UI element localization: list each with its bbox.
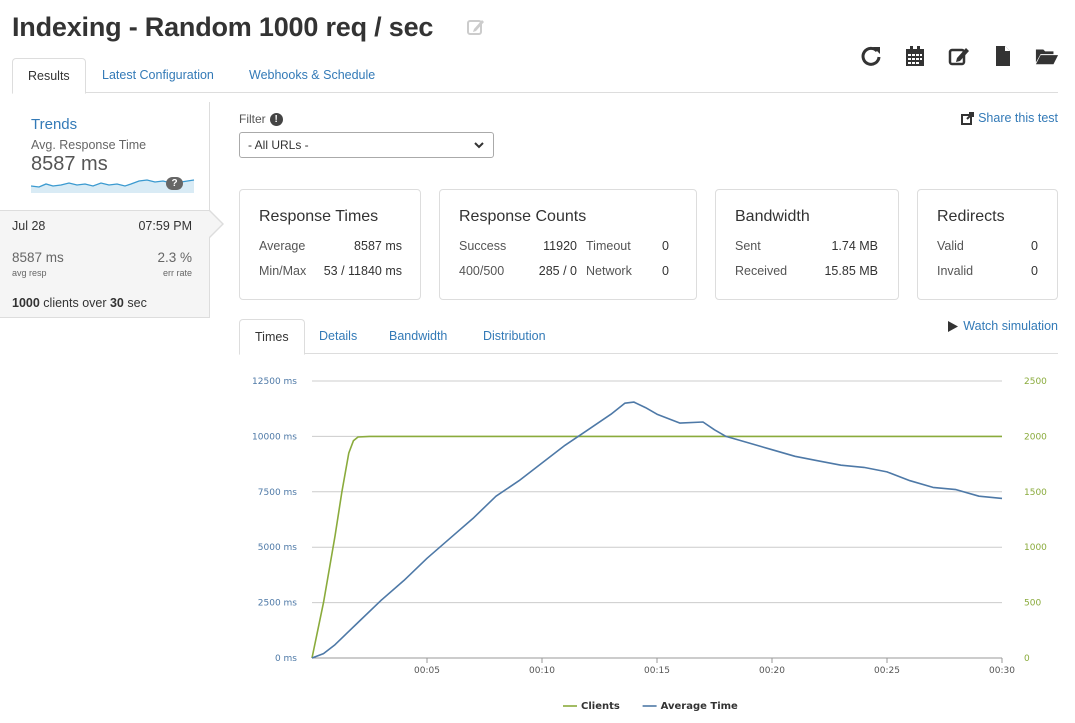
run-time: 07:59 PM	[138, 219, 192, 233]
y-left-tick-label: 10000 ms	[252, 432, 297, 442]
legend-label: Clients	[581, 701, 620, 712]
trends-panel: Trends Avg. Response Time 8587 ms ?	[0, 102, 210, 210]
y-right-tick-label: 2000	[1024, 432, 1047, 442]
card-title: Redirects	[937, 208, 1005, 225]
err-rate-label: err rate	[162, 268, 192, 278]
trends-title[interactable]: Trends	[31, 116, 77, 133]
trends-subtitle: Avg. Response Time	[31, 138, 147, 152]
x-tick-label: 00:15	[644, 666, 670, 676]
tab-bandwidth[interactable]: Bandwidth	[374, 319, 462, 354]
y-right-tick-label: 0	[1024, 654, 1030, 664]
x-tick-label: 00:05	[414, 666, 440, 676]
x-tick-label: 00:10	[529, 666, 555, 676]
y-left-tick-label: 0 ms	[275, 654, 297, 664]
share-icon	[961, 111, 975, 125]
avg-resp-value: 8587 ms	[12, 250, 64, 265]
test-run-summary[interactable]: Jul 28 07:59 PM 8587 ms avg resp 2.3 % e…	[0, 210, 210, 318]
filter-label: Filter !	[239, 112, 283, 126]
tab-distribution[interactable]: Distribution	[468, 319, 561, 354]
y-right-tick-label: 1000	[1024, 543, 1047, 553]
response-times-card: Response Times Average 8587 ms Min/Max 53 …	[239, 189, 421, 300]
y-right-tick-label: 2500	[1024, 377, 1047, 387]
card-title: Bandwidth	[735, 208, 810, 225]
tab-latest-configuration[interactable]: Latest Configuration	[87, 58, 229, 93]
y-left-tick-label: 5000 ms	[258, 543, 298, 553]
y-left-tick-label: 7500 ms	[258, 488, 298, 498]
x-tick-label: 00:30	[989, 666, 1015, 676]
chart-tabs: Times Details Bandwidth Distribution	[239, 319, 1058, 355]
tab-webhooks-schedule[interactable]: Webhooks & Schedule	[234, 58, 390, 93]
watch-simulation-link[interactable]: Watch simulation	[948, 319, 1058, 333]
edit-title-icon[interactable]	[466, 17, 486, 37]
url-filter-select[interactable]: - All URLs -	[239, 132, 494, 158]
info-icon[interactable]: !	[269, 112, 283, 126]
share-test-link[interactable]: Share this test	[961, 111, 1058, 125]
series-line-average-time	[311, 401, 1003, 659]
y-left-tick-label: 2500 ms	[258, 599, 298, 609]
tab-details[interactable]: Details	[304, 319, 372, 354]
x-tick-label: 00:20	[759, 666, 785, 676]
err-rate-value: 2.3 %	[157, 250, 192, 265]
legend-label: Average Time	[661, 701, 738, 712]
tab-results[interactable]: Results	[12, 58, 86, 94]
help-icon[interactable]: ?	[166, 177, 183, 190]
response-counts-card: Response Counts Success 11920 Timeout 0 400…	[439, 189, 697, 300]
card-title: Response Counts	[459, 208, 587, 225]
card-title: Response Times	[259, 208, 379, 225]
play-icon	[948, 320, 959, 332]
page-title: Indexing - Random 1000 req / sec	[12, 12, 434, 42]
main-tabs: Results Latest Configuration Webhooks & …	[12, 58, 1058, 94]
y-right-tick-label: 500	[1024, 599, 1041, 609]
trends-value: 8587 ms	[31, 153, 108, 175]
response-times-chart: 0 ms 2500 ms 5000 ms 7500 ms 10000 ms 12500 m…	[252, 377, 1047, 712]
run-date: Jul 28	[12, 219, 46, 233]
y-left-tick-label: 12500 ms	[252, 377, 297, 387]
redirects-card: Redirects Valid 0 Invalid 0	[917, 189, 1058, 300]
chevron-down-icon	[474, 142, 484, 149]
y-right-tick-label: 1500	[1024, 488, 1047, 498]
clients-summary: 1000 clients over 30 sec	[12, 296, 147, 310]
tab-times[interactable]: Times	[239, 319, 305, 355]
x-tick-label: 00:25	[874, 666, 900, 676]
avg-resp-label: avg resp	[12, 268, 47, 278]
bandwidth-card: Bandwidth Sent 1.74 MB Received 15.85 MB	[715, 189, 899, 300]
